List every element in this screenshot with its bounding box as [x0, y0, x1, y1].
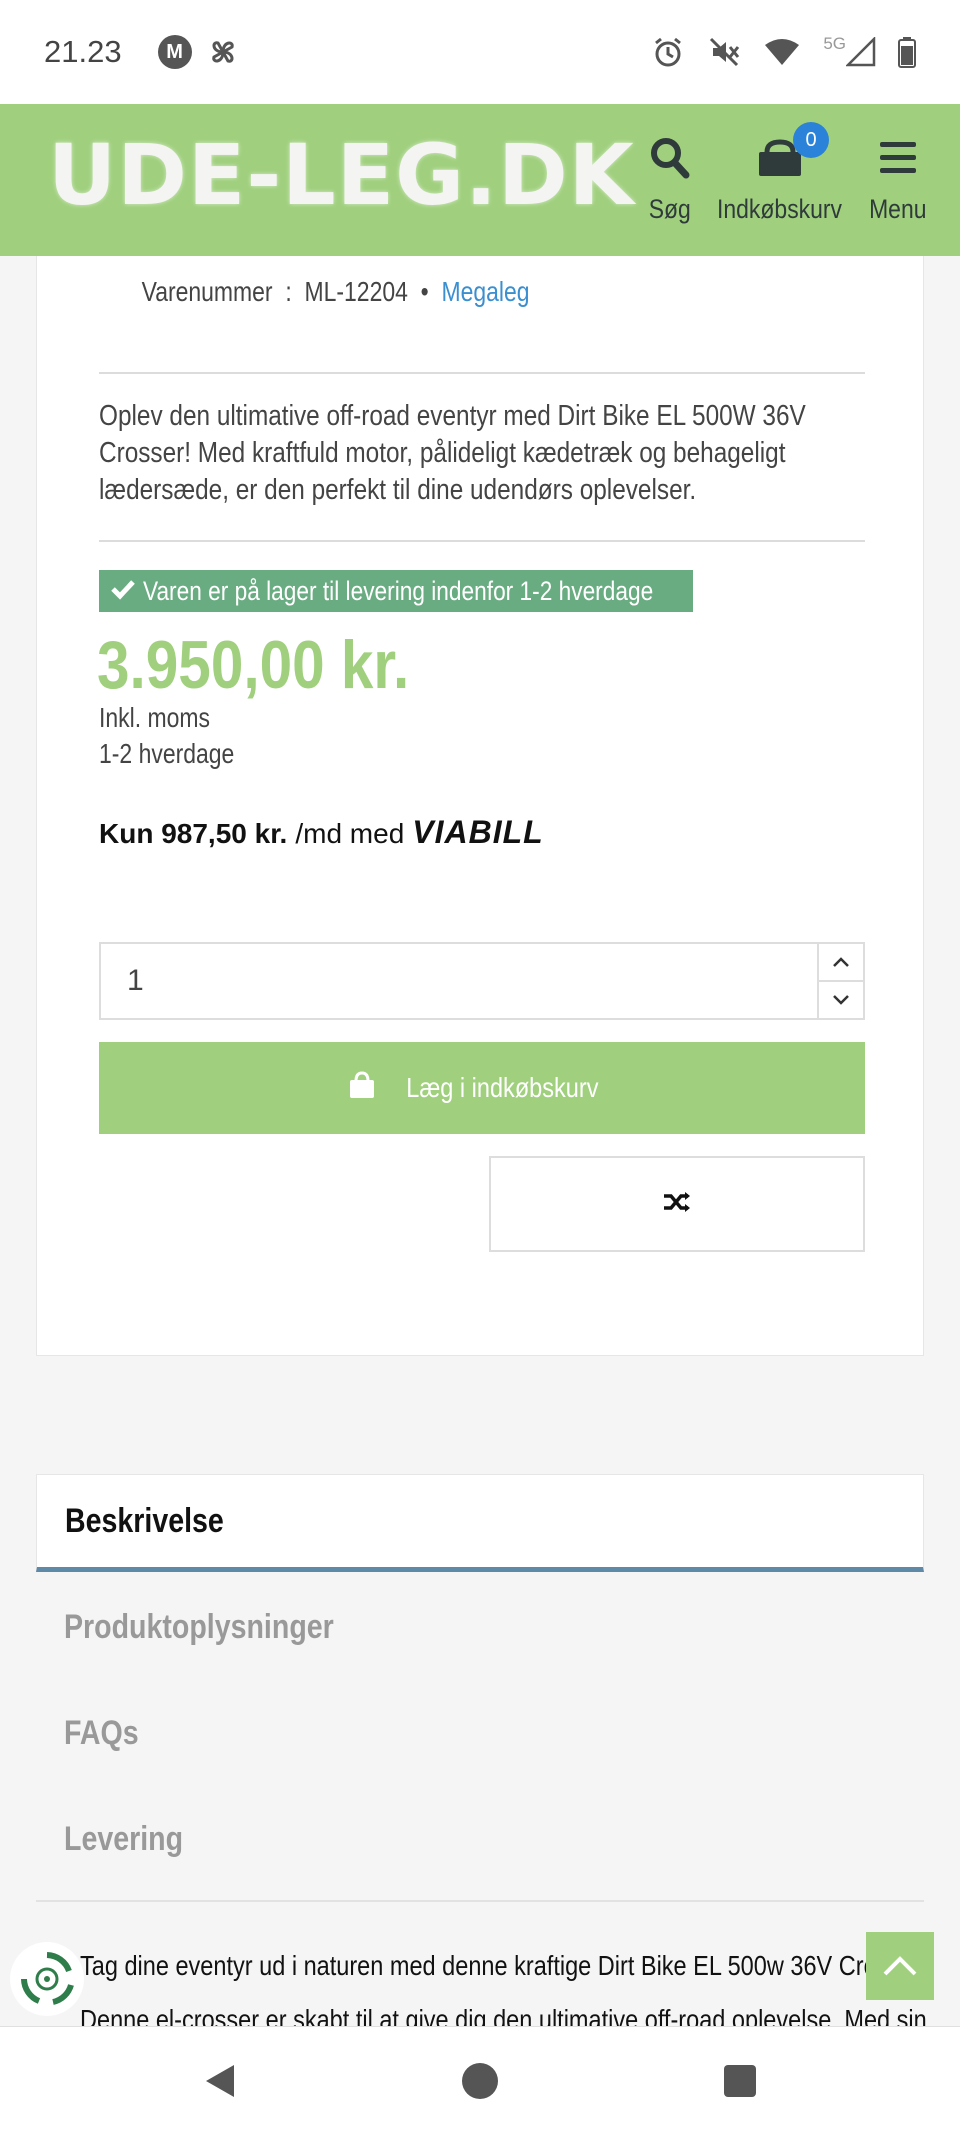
hamburger-icon: [878, 128, 918, 188]
divider: [99, 372, 865, 374]
quantity-stepper[interactable]: 1: [99, 942, 865, 1020]
description-body: Tag dine eventyr ud i naturen med denne …: [0, 1904, 960, 2026]
product-card: Varenummer : ML-12204 • Megaleg Oplev de…: [36, 256, 924, 1356]
signal-icon: [846, 37, 876, 67]
sku-line: Varenummer : ML-12204 • Megaleg: [142, 276, 530, 308]
home-button[interactable]: [420, 2027, 540, 2133]
search-label: Søg: [648, 194, 692, 224]
short-description: Oplev den ultimative off-road eventyr me…: [99, 400, 806, 506]
recycle-badge-icon[interactable]: [10, 1942, 84, 2016]
sku-label: Varenummer: [141, 276, 273, 307]
mute-icon: [707, 35, 741, 69]
cart-icon: 0: [757, 122, 829, 188]
tab-label: FAQs: [64, 1714, 139, 1752]
delivery-note: 1-2 hverdage: [99, 738, 235, 769]
product-tabs: Beskrivelse Produktoplysninger FAQs Leve…: [36, 1474, 924, 1902]
increment-button[interactable]: [819, 944, 863, 982]
vat-note: Inkl. moms: [99, 702, 210, 733]
cart-count-badge: 0: [793, 122, 829, 158]
product-price: 3.950,00 kr.: [97, 627, 410, 703]
network-label: 5G: [823, 34, 846, 53]
chevron-down-icon: [833, 995, 849, 1005]
compare-button[interactable]: [489, 1156, 865, 1252]
brand-link[interactable]: Megaleg: [441, 276, 529, 307]
motorola-icon: M: [157, 35, 192, 69]
tab-faqs[interactable]: FAQs: [64, 1714, 153, 1753]
back-button[interactable]: [160, 2027, 280, 2133]
chevron-up-icon: [883, 1956, 917, 1976]
chevron-up-icon: [833, 957, 849, 967]
tab-label: Produktoplysninger: [64, 1608, 334, 1646]
cart-label: Indkøbskurv: [717, 194, 843, 224]
wifi-icon: [763, 37, 801, 67]
viabill-text: /md med: [295, 818, 405, 849]
tab-label: Beskrivelse: [65, 1501, 224, 1540]
tab-label: Levering: [64, 1820, 184, 1858]
sku-value: ML-12204: [304, 276, 408, 307]
viabill-financing[interactable]: Kun 987,50 kr. /md med VIABILL: [99, 814, 544, 851]
pinwheel-icon: [206, 35, 240, 69]
description-line: Tag dine eventyr ud i naturen med denne …: [80, 1950, 928, 1981]
sku-bullet: •: [420, 276, 429, 307]
clock: 21.23: [44, 34, 122, 69]
site-header: UDE-LEG.DK Søg 0 Indkøbskurv Menu: [0, 104, 960, 256]
recents-button[interactable]: [680, 2027, 800, 2133]
divider: [36, 1900, 924, 1902]
alarm-icon: [651, 35, 685, 69]
search-icon: [650, 128, 690, 188]
description-line: Denne el-crosser er skabt til at give di…: [80, 2004, 927, 2026]
menu-label: Menu: [869, 194, 927, 224]
status-bar: 21.23 M 5G: [0, 0, 960, 104]
shopping-bag-icon: [348, 1070, 376, 1106]
back-icon: [206, 2064, 234, 2097]
site-logo[interactable]: UDE-LEG.DK: [48, 126, 635, 224]
scroll-to-top-button[interactable]: [866, 1932, 934, 2000]
quantity-arrows: [817, 944, 863, 1018]
tab-produktoplysninger[interactable]: Produktoplysninger: [64, 1608, 385, 1647]
search-button[interactable]: Søg: [642, 128, 698, 238]
system-nav-bar: [0, 2026, 960, 2133]
home-icon: [462, 2062, 498, 2099]
stock-status-badge: Varen er på lager til levering indenfor …: [99, 570, 693, 612]
sku-separator: :: [285, 276, 292, 307]
menu-button[interactable]: Menu: [866, 128, 930, 238]
decrement-button[interactable]: [819, 982, 863, 1018]
stock-status-text: Varen er på lager til levering indenfor …: [143, 575, 654, 606]
viabill-logo: VIABILL: [412, 814, 544, 850]
quantity-input[interactable]: 1: [101, 944, 817, 1018]
signal-5g: 5G: [823, 34, 876, 67]
add-to-cart-button[interactable]: Læg i indkøbskurv: [99, 1042, 865, 1134]
divider: [99, 540, 865, 542]
checkmark-icon: [111, 576, 135, 607]
add-to-cart-label: Læg i indkøbskurv: [405, 1072, 599, 1103]
battery-icon: [898, 36, 916, 68]
cart-button[interactable]: 0 Indkøbskurv: [717, 122, 843, 238]
tab-beskrivelse[interactable]: Beskrivelse: [36, 1474, 924, 1572]
recents-icon: [724, 2064, 756, 2097]
viabill-amount: Kun 987,50 kr.: [99, 818, 288, 849]
shuffle-icon: [662, 1190, 692, 1219]
tab-levering[interactable]: Levering: [64, 1820, 206, 1859]
